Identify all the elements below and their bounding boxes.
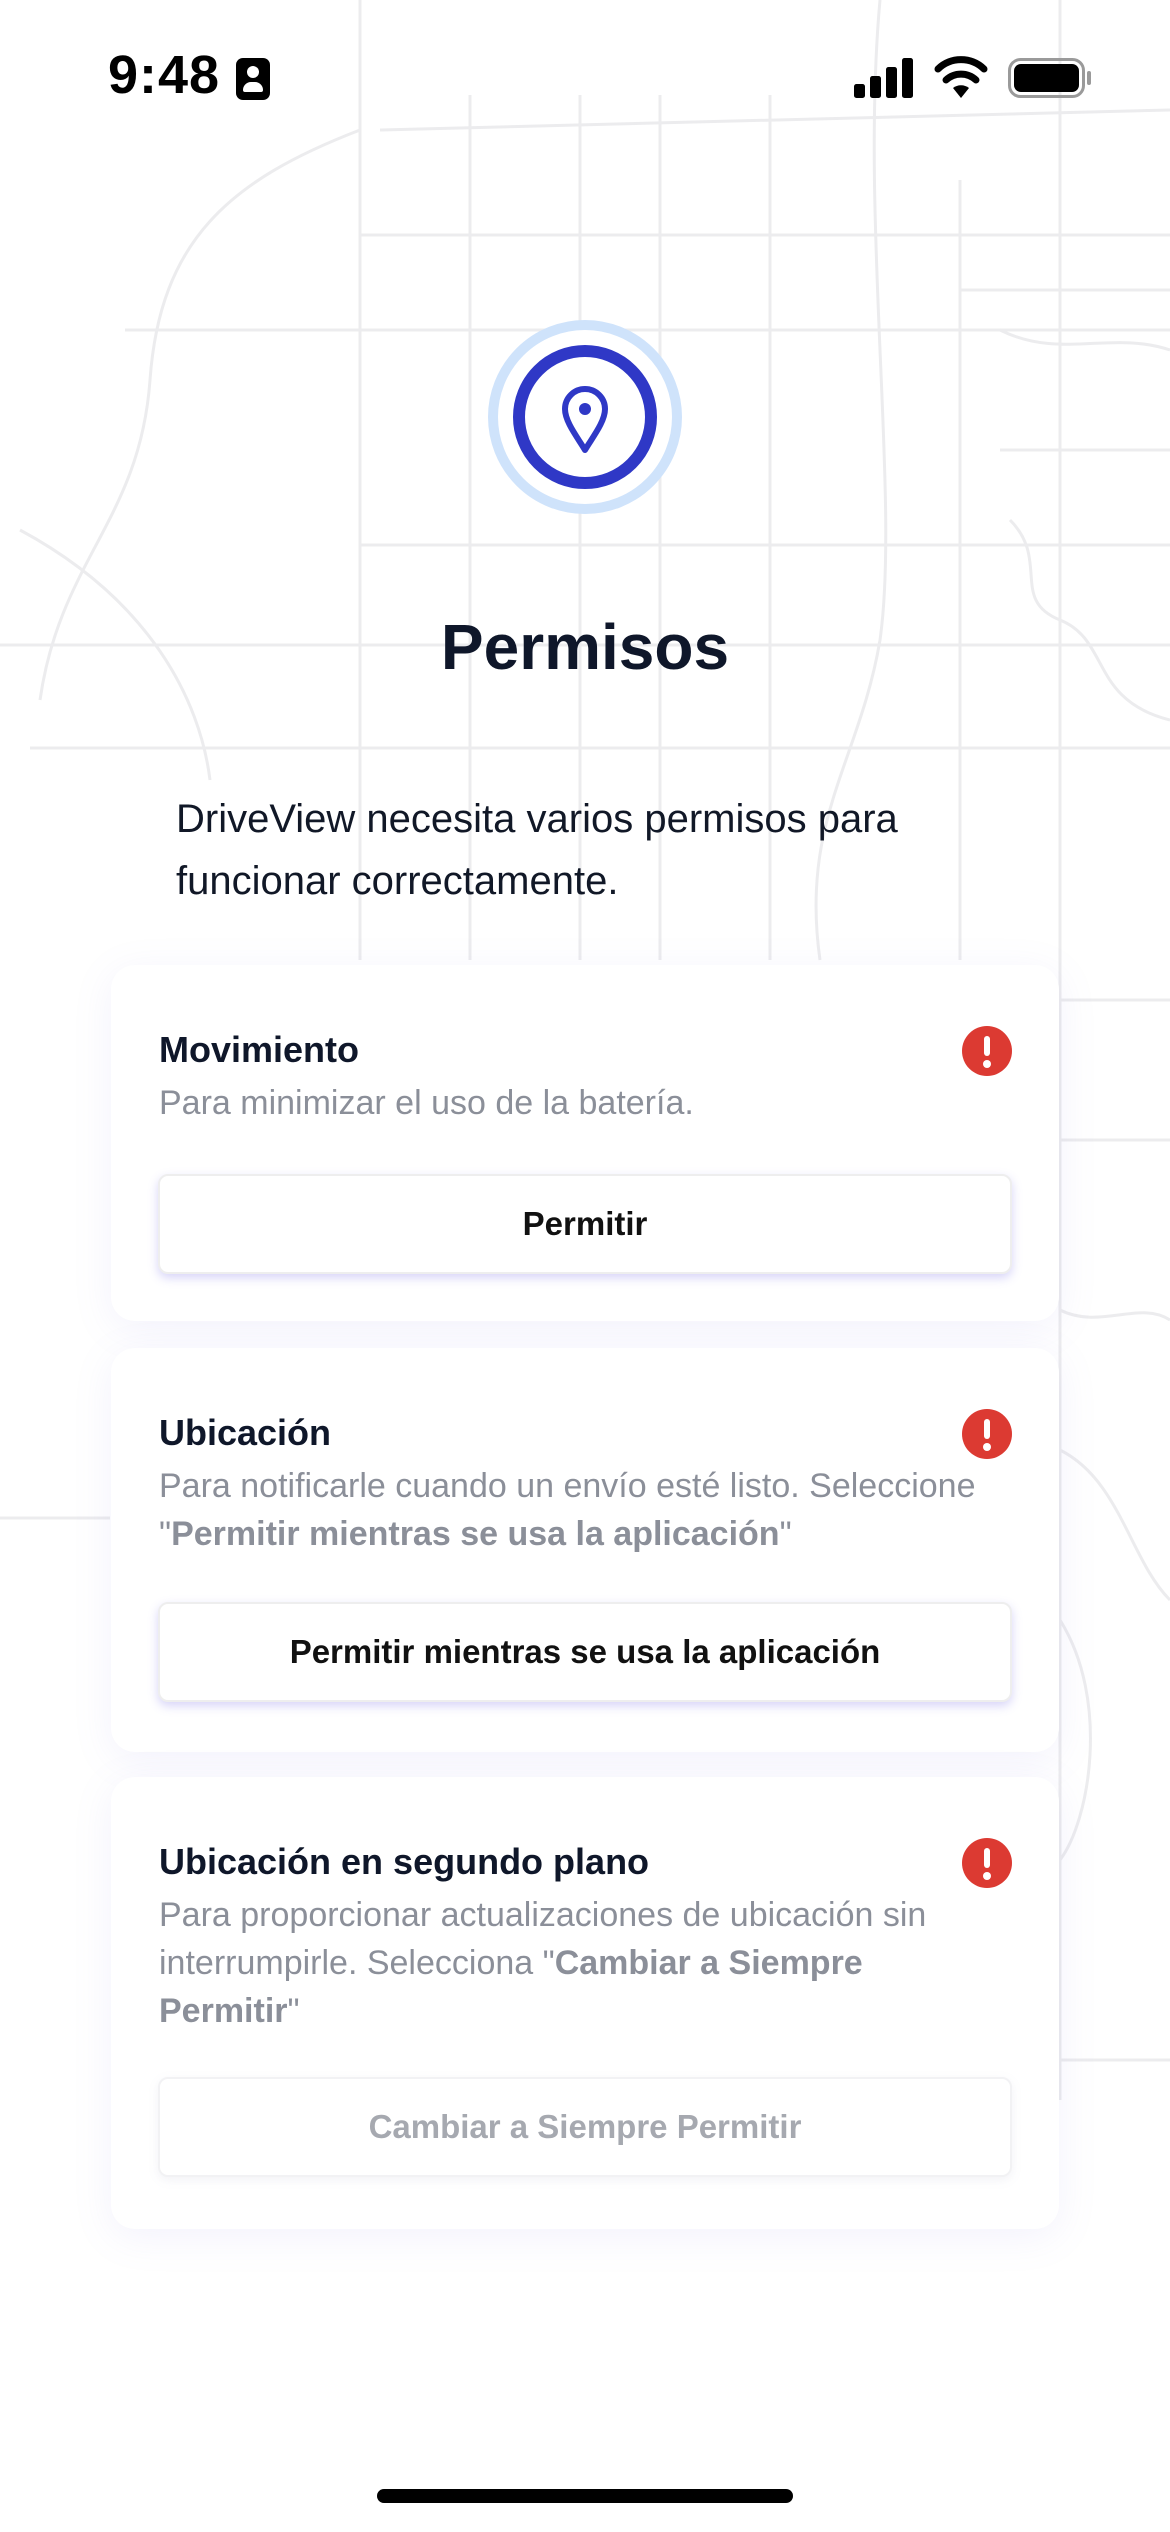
card-description: Para minimizar el uso de la batería. (159, 1084, 694, 1122)
permission-card-location: Ubicación Para notificarle cuando un env… (111, 1348, 1059, 1752)
card-title: Movimiento (159, 1029, 360, 1070)
card-description: Para notificarle cuando un envío esté li… (159, 1462, 1009, 1558)
wifi-icon (934, 56, 988, 98)
location-pin-icon (488, 320, 682, 514)
change-to-always-allow-button[interactable]: Cambiar a Siempre Permitir (158, 2077, 1012, 2177)
intro-text: DriveView necesita varios permisos para … (176, 797, 898, 903)
allow-motion-button[interactable]: Permitir (158, 1174, 1012, 1274)
page-title: Permisos (440, 611, 730, 683)
alert-icon (962, 1838, 1012, 1888)
permission-card-motion: Movimiento Para minimizar el uso de la b… (111, 965, 1059, 1321)
status-bar: 9:48 (0, 0, 1170, 150)
description-text: " (779, 1515, 792, 1553)
card-description: Para proporcionar actualizaciones de ubi… (159, 1891, 1009, 2035)
permission-card-background-location: Ubicación en segundo plano Para proporci… (111, 1777, 1059, 2229)
id-card-icon (236, 58, 270, 100)
card-title: Ubicación en segundo plano (159, 1841, 650, 1882)
permissions-screen: Permisos DriveView necesita varios permi… (0, 0, 1170, 2532)
status-time: 9:48 (108, 45, 221, 105)
allow-while-using-button[interactable]: Permitir mientras se usa la aplicación (158, 1602, 1012, 1702)
signal-icon (854, 58, 913, 98)
description-highlight: Permitir mientras se usa la aplicación (171, 1515, 780, 1553)
alert-icon (962, 1026, 1012, 1076)
battery-icon (1008, 58, 1091, 98)
description-text: " (287, 1992, 300, 2030)
alert-icon (962, 1409, 1012, 1459)
card-title: Ubicación (159, 1412, 332, 1453)
home-indicator[interactable] (377, 2489, 793, 2503)
